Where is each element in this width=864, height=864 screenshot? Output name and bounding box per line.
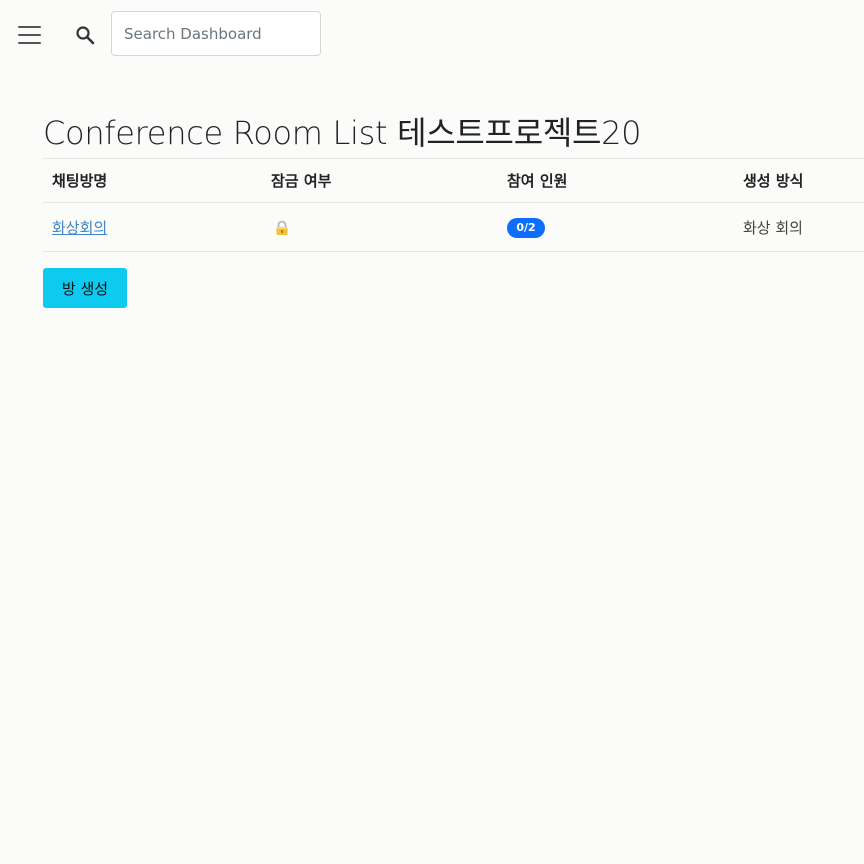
lock-icon — [276, 220, 288, 235]
hamburger-menu-icon[interactable] — [16, 22, 44, 48]
search-icon[interactable] — [74, 24, 96, 46]
create-room-button[interactable]: 방 생성 — [43, 268, 127, 308]
room-table: 채팅방명 잠금 여부 참여 인원 생성 방식 화상회의 0/2 화상 회의 — [43, 158, 864, 252]
table-row: 화상회의 0/2 화상 회의 — [43, 202, 864, 252]
page-title: Conference Room List 테스트프로젝트20 — [43, 114, 642, 152]
table-header-row: 채팅방명 잠금 여부 참여 인원 생성 방식 — [43, 158, 864, 203]
lock-status-cell — [262, 202, 498, 252]
search-input[interactable] — [111, 11, 321, 56]
column-header-lock-status: 잠금 여부 — [262, 158, 498, 203]
participants-badge: 0/2 — [507, 217, 545, 238]
top-bar — [0, 0, 864, 70]
room-name-cell: 화상회의 — [43, 202, 262, 252]
column-header-participants: 참여 인원 — [498, 158, 734, 203]
room-name-link[interactable]: 화상회의 — [52, 219, 107, 237]
creation-type-cell: 화상 회의 — [734, 202, 864, 252]
column-header-room-name: 채팅방명 — [43, 158, 262, 203]
column-header-creation-type: 생성 방식 — [734, 158, 864, 203]
participants-cell: 0/2 — [498, 202, 734, 252]
